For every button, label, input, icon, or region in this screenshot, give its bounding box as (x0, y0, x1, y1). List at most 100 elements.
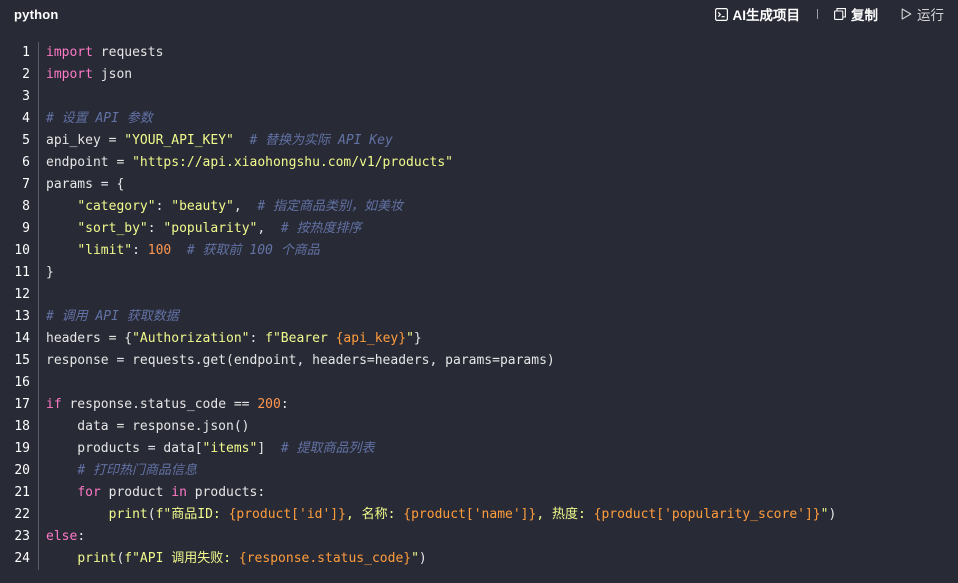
line-number: 8 (22, 199, 30, 214)
code-token: "https://api.xiaohongshu.com/v1/products… (132, 155, 453, 170)
code-token: {response.status_code} (238, 551, 412, 566)
line-number: 15 (14, 353, 30, 368)
code-token: "popularity" (163, 221, 258, 236)
code-token: , (233, 199, 258, 214)
code-token: {api_key} (335, 331, 407, 346)
line-number: 17 (14, 397, 30, 412)
toolbar-divider (817, 9, 818, 19)
code-token: # 设置 API 参数 (46, 111, 153, 126)
code-line: # 设置 API 参数 (46, 108, 958, 130)
code-line: print(f"API 调用失败: {response.status_code}… (46, 548, 958, 570)
line-number: 4 (22, 111, 30, 126)
line-number: 16 (14, 375, 30, 390)
language-label: python (14, 7, 59, 22)
code-line: # 打印热门商品信息 (46, 460, 958, 482)
code-token: requests (92, 45, 164, 60)
code-line: for product in products: (46, 482, 958, 504)
code-token: # 打印热门商品信息 (77, 463, 197, 478)
code-token: endpoint = (46, 155, 133, 170)
code-token: import (46, 45, 93, 60)
line-number: 1 (22, 45, 30, 60)
code-line: endpoint = "https://api.xiaohongshu.com/… (46, 152, 958, 174)
play-icon (901, 8, 912, 20)
line-number: 10 (14, 243, 30, 258)
code-token: , 名称: (345, 507, 404, 522)
code-content[interactable]: import requestsimport json​# 设置 API 参数ap… (39, 42, 958, 570)
code-token: : (280, 397, 289, 412)
code-token: {product['id']} (228, 507, 346, 522)
line-number: 12 (14, 287, 30, 302)
code-token: , (257, 221, 281, 236)
run-label: 运行 (917, 8, 944, 23)
code-token: f"Bearer (265, 331, 336, 346)
code-token: , 热度: (536, 507, 594, 522)
line-number: 5 (22, 133, 30, 148)
code-line: import json (46, 64, 958, 86)
code-token: # 替换为实际 API Key (249, 133, 393, 148)
code-token: "beauty" (171, 199, 234, 214)
code-line: else: (46, 526, 958, 548)
code-token: # 按热度排序 (280, 221, 362, 236)
line-number: 7 (22, 177, 30, 192)
code-line: } (46, 262, 958, 284)
copy-label: 复制 (851, 8, 878, 23)
code-token: params = { (46, 177, 125, 192)
copy-button[interactable]: 复制 (834, 4, 878, 24)
code-line: "sort_by": "popularity", # 按热度排序 (46, 218, 958, 240)
code-token: {product['popularity_score']} (593, 507, 821, 522)
code-token: else (46, 529, 78, 544)
code-token: products = data[ (46, 441, 203, 456)
code-token: # 提取商品列表 (280, 441, 375, 456)
ai-code-icon (714, 7, 728, 21)
code-line: "limit": 100 # 获取前 100 个商品 (46, 240, 958, 262)
code-token: # 获取前 100 个商品 (186, 243, 320, 258)
code-token: "sort_by" (77, 221, 148, 236)
line-number: 13 (14, 309, 30, 324)
code-line: ​ (46, 284, 958, 306)
code-token: "YOUR_API_KEY" (124, 133, 234, 148)
code-line: params = { (46, 174, 958, 196)
line-number: 21 (14, 485, 30, 500)
ai-generate-project-button[interactable]: AI生成项目 (714, 4, 801, 24)
code-token: in (171, 485, 187, 500)
code-token: print (108, 507, 148, 522)
code-token: api_key = (46, 133, 125, 148)
line-number: 2 (22, 67, 30, 82)
line-number: 11 (14, 265, 30, 280)
code-token: } (413, 331, 422, 346)
code-line: products = data["items"] # 提取商品列表 (46, 438, 958, 460)
code-line: # 调用 API 获取数据 (46, 306, 958, 328)
code-token: products: (186, 485, 266, 500)
line-number: 22 (14, 507, 30, 522)
code-body: 1 2 3 4 5 6 7 8 9 10 11 12 13 14 15 16 17 18 19 20 21 22 23 24 … (0, 28, 958, 570)
line-number: 9 (22, 221, 30, 236)
code-token: data = response.json() (46, 419, 250, 434)
code-token: print (77, 551, 117, 566)
line-number: 23 (14, 529, 30, 544)
code-line: ​ (46, 372, 958, 394)
code-token: for (77, 485, 101, 500)
code-token: 200 (257, 397, 281, 412)
code-token: import (46, 67, 93, 82)
code-line: "category": "beauty", # 指定商品类别，如美妆 (46, 196, 958, 218)
code-token: ) (418, 551, 427, 566)
run-button[interactable]: 运行 (901, 4, 944, 24)
code-line: headers = {"Authorization": f"Bearer {ap… (46, 328, 958, 350)
code-token: "items" (202, 441, 258, 456)
line-number: 3 (22, 89, 30, 104)
code-token: json (92, 67, 133, 82)
code-line: ​ (46, 86, 958, 108)
code-token: ( (147, 507, 156, 522)
line-number: 24 (14, 551, 30, 566)
code-header: python AI生成项目 复制 运行 (0, 0, 958, 28)
line-number: 6 (22, 155, 30, 170)
code-token: f"商品ID: (155, 507, 229, 522)
ai-generate-project-label: AI生成项目 (732, 8, 801, 23)
